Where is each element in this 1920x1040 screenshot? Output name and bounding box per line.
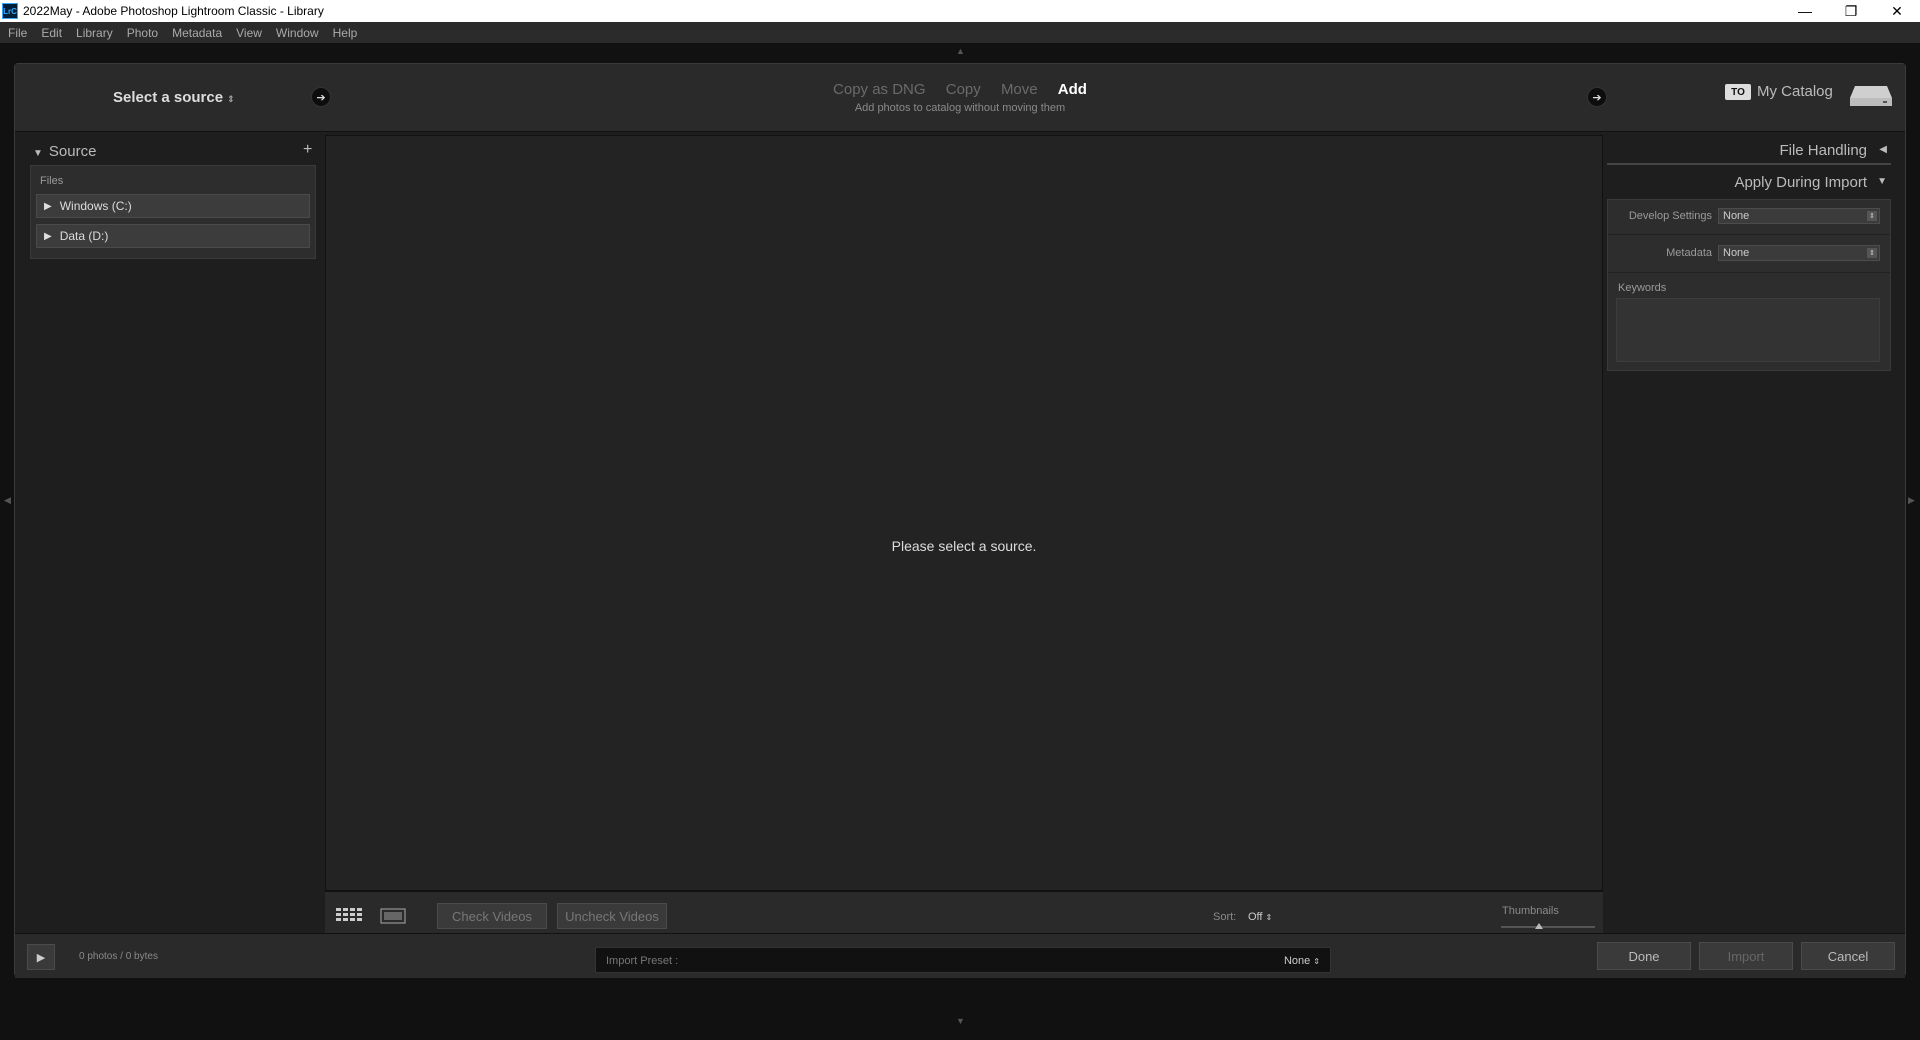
title-bar: LrC 2022May - Adobe Photoshop Lightroom … xyxy=(0,0,1920,22)
file-handling-header[interactable]: File Handling ◀ xyxy=(1607,135,1891,165)
check-videos-button[interactable]: Check Videos xyxy=(437,903,547,929)
catalog-name: My Catalog xyxy=(1757,83,1833,100)
top-panel-toggle-icon[interactable]: ▲ xyxy=(956,46,965,56)
import-button[interactable]: Import xyxy=(1699,942,1793,970)
window-title: 2022May - Adobe Photoshop Lightroom Clas… xyxy=(23,4,324,18)
loupe-view-icon[interactable] xyxy=(379,903,407,929)
close-window-button[interactable]: ✕ xyxy=(1874,0,1920,22)
keywords-field[interactable] xyxy=(1616,298,1880,362)
menu-window[interactable]: Window xyxy=(276,26,319,40)
mode-add[interactable]: Add xyxy=(1058,81,1087,98)
apply-during-import-section: Develop Settings None ⇕ Metadata None ⇕ … xyxy=(1607,199,1891,371)
import-preset-value: None xyxy=(1283,955,1311,967)
drive-row-windows-c[interactable]: ▶ Windows (C:) xyxy=(36,194,310,218)
drive-row-data-d[interactable]: ▶ Data (D:) xyxy=(36,224,310,248)
left-panel-toggle-icon[interactable]: ◀ xyxy=(4,495,11,506)
import-footer: ▶ 0 photos / 0 bytes Import Preset : Non… xyxy=(15,933,1905,978)
divider xyxy=(1608,234,1890,235)
metadata-label: Metadata xyxy=(1666,247,1712,259)
mode-move[interactable]: Move xyxy=(1001,81,1038,98)
photo-count: 0 photos / 0 bytes xyxy=(79,951,158,962)
develop-settings-select[interactable]: None ⇕ xyxy=(1718,208,1880,224)
menu-bar: File Edit Library Photo Metadata View Wi… xyxy=(0,22,1920,43)
keywords-label: Keywords xyxy=(1618,282,1667,294)
divider xyxy=(1608,272,1890,273)
menu-edit[interactable]: Edit xyxy=(41,26,62,40)
drive-label: Windows (C:) xyxy=(59,199,132,213)
play-icon[interactable]: ▶ xyxy=(27,944,55,970)
sort-value: Off xyxy=(1248,911,1263,923)
menu-view[interactable]: View xyxy=(236,26,262,40)
source-panel: ▼ Source + Files ▶ Windows (C:) ▶ Data (D… xyxy=(27,135,325,933)
to-badge: TO xyxy=(1725,84,1751,100)
import-preset-label: Import Preset : xyxy=(606,955,679,967)
updown-icon: ⇕ xyxy=(1265,913,1273,922)
source-header[interactable]: ▼ Source xyxy=(33,143,96,160)
dropdown-arrow-icon: ⇕ xyxy=(1867,248,1877,258)
menu-metadata[interactable]: Metadata xyxy=(172,26,222,40)
expand-triangle-icon[interactable]: ▶ xyxy=(44,201,52,212)
drive-label: Data (D:) xyxy=(59,229,109,243)
develop-settings-value: None xyxy=(1723,210,1750,222)
photo-grid-area: Please select a source. xyxy=(325,135,1603,891)
import-preset-bar[interactable]: Import Preset : None ⇕ xyxy=(595,947,1331,973)
import-header: Select a source ⇕ ➔ Copy as DNG Copy Move… xyxy=(15,64,1905,132)
source-list: Files ▶ Windows (C:) ▶ Data (D:) xyxy=(30,165,316,259)
updown-icon: ⇕ xyxy=(1313,957,1320,966)
done-button[interactable]: Done xyxy=(1597,942,1691,970)
right-panel-toggle-icon[interactable]: ▶ xyxy=(1908,495,1915,506)
collapse-triangle-icon: ▼ xyxy=(33,148,43,159)
add-source-icon[interactable]: + xyxy=(303,141,312,159)
menu-file[interactable]: File xyxy=(8,26,27,40)
import-preset-dropdown[interactable]: None ⇕ xyxy=(1284,955,1320,967)
cancel-button[interactable]: Cancel xyxy=(1801,942,1895,970)
import-mode-selector: Copy as DNG Copy Move Add xyxy=(15,81,1905,98)
settings-panel: File Handling ◀ Apply During Import ▼ De… xyxy=(1603,135,1897,933)
sort-label: Sort: xyxy=(1213,911,1237,923)
maximize-button[interactable]: ❐ xyxy=(1828,0,1874,22)
menu-library[interactable]: Library xyxy=(76,26,113,40)
lightroom-app-icon: LrC xyxy=(2,3,18,19)
collapse-triangle-icon: ▼ xyxy=(1877,176,1887,187)
uncheck-videos-button[interactable]: Uncheck Videos xyxy=(557,903,667,929)
sort-dropdown[interactable]: Off ⇕ xyxy=(1248,911,1272,923)
grid-toolbar: Check Videos Uncheck Videos Sort: Off ⇕ … xyxy=(325,891,1603,933)
metadata-value: None xyxy=(1723,247,1750,259)
metadata-select[interactable]: None ⇕ xyxy=(1718,245,1880,261)
collapsed-triangle-icon: ◀ xyxy=(1879,144,1887,155)
hard-drive-icon xyxy=(1850,86,1892,106)
develop-settings-label: Develop Settings xyxy=(1628,210,1712,222)
minimize-button[interactable]: — xyxy=(1782,0,1828,22)
thumbnail-size-slider[interactable] xyxy=(1501,926,1595,928)
mode-description: Add photos to catalog without moving the… xyxy=(854,102,1066,114)
apply-during-import-header[interactable]: Apply During Import ▼ xyxy=(1607,169,1891,197)
expand-triangle-icon[interactable]: ▶ xyxy=(44,231,52,242)
dropdown-arrow-icon: ⇕ xyxy=(1867,211,1877,221)
menu-help[interactable]: Help xyxy=(333,26,358,40)
apply-during-import-title: Apply During Import xyxy=(1734,174,1867,191)
menu-photo[interactable]: Photo xyxy=(127,26,158,40)
empty-source-message: Please select a source. xyxy=(891,538,1037,554)
bottom-panel-toggle-icon[interactable]: ▼ xyxy=(956,1016,965,1026)
grid-view-icon[interactable] xyxy=(333,903,367,929)
mode-copy[interactable]: Copy xyxy=(946,81,981,98)
file-handling-title: File Handling xyxy=(1779,142,1867,159)
thumbnails-label: Thumbnails xyxy=(1502,905,1559,917)
mode-copy-as-dng[interactable]: Copy as DNG xyxy=(833,81,926,98)
thumbnail-slider-knob[interactable] xyxy=(1534,923,1543,929)
import-dialog: Select a source ⇕ ➔ Copy as DNG Copy Move… xyxy=(14,63,1906,978)
files-label: Files xyxy=(40,175,64,187)
destination-arrow-icon[interactable]: ➔ xyxy=(1587,87,1607,107)
source-title: Source xyxy=(48,143,97,160)
